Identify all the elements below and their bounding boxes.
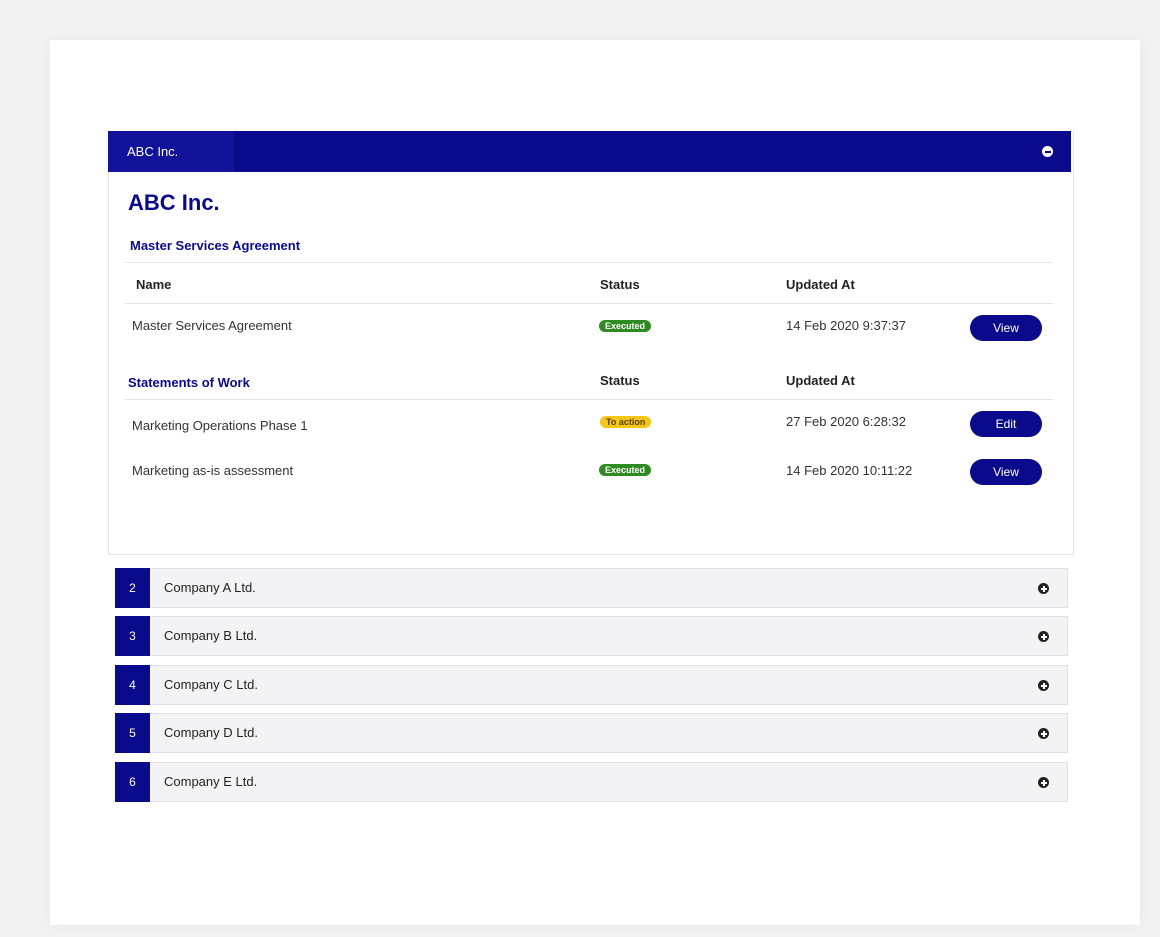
expand-circle-icon[interactable] <box>1038 680 1049 691</box>
status-badge: Executed <box>599 320 652 332</box>
accordion-label: Company B Ltd. <box>164 628 258 643</box>
view-button[interactable]: View <box>970 315 1042 341</box>
item-number-badge: 2 <box>115 568 150 608</box>
company-panel-body <box>108 131 1074 555</box>
expand-circle-icon[interactable] <box>1038 631 1049 642</box>
view-button[interactable]: View <box>970 459 1042 485</box>
updated-at: 27 Feb 2020 6:28:32 <box>786 414 906 429</box>
panel-header-title: ABC Inc. <box>108 131 234 172</box>
company-panel-header[interactable]: ABC Inc. <box>108 131 1071 172</box>
expand-circle-icon[interactable] <box>1038 583 1049 594</box>
divider <box>125 303 1053 304</box>
item-number-badge: 3 <box>115 616 150 656</box>
company-title: ABC Inc. <box>128 190 220 215</box>
document-name: Marketing as-is assessment <box>132 463 294 478</box>
accordion-label: Company E Ltd. <box>164 774 258 789</box>
column-header-status: Status <box>600 277 640 292</box>
document-name: Master Services Agreement <box>132 318 292 333</box>
divider <box>125 262 1053 263</box>
expand-circle-icon[interactable] <box>1038 777 1049 788</box>
accordion-item-company-d[interactable]: 5 Company D Ltd. <box>115 713 1068 753</box>
column-header-status: Status <box>600 373 640 388</box>
accordion-item-company-b[interactable]: 3 Company B Ltd. <box>115 616 1068 656</box>
updated-at: 14 Feb 2020 9:37:37 <box>786 318 906 333</box>
column-header-updated: Updated At <box>786 277 855 292</box>
status-badge: To action <box>600 416 652 428</box>
column-header-name: Name <box>136 277 172 292</box>
msa-heading: Master Services Agreement <box>130 238 301 253</box>
edit-button[interactable]: Edit <box>970 411 1042 437</box>
document-name: Marketing Operations Phase 1 <box>132 418 308 433</box>
item-number-badge: 4 <box>115 665 150 705</box>
collapse-circle-icon[interactable] <box>1042 146 1053 157</box>
accordion-item-company-c[interactable]: 4 Company C Ltd. <box>115 665 1068 705</box>
expand-circle-icon[interactable] <box>1038 728 1049 739</box>
item-number-badge: 5 <box>115 713 150 753</box>
accordion-item-company-a[interactable]: 2 Company A Ltd. <box>115 568 1068 608</box>
sow-heading: Statements of Work <box>128 375 250 390</box>
accordion-item-company-e[interactable]: 6 Company E Ltd. <box>115 762 1068 802</box>
updated-at: 14 Feb 2020 10:11:22 <box>786 463 913 478</box>
accordion-label: Company A Ltd. <box>164 580 256 595</box>
item-number-badge: 6 <box>115 762 150 802</box>
accordion-label: Company C Ltd. <box>164 677 258 692</box>
accordion-label: Company D Ltd. <box>164 725 258 740</box>
column-header-updated: Updated At <box>786 373 855 388</box>
divider <box>125 399 1053 400</box>
status-badge: Executed <box>599 464 652 476</box>
